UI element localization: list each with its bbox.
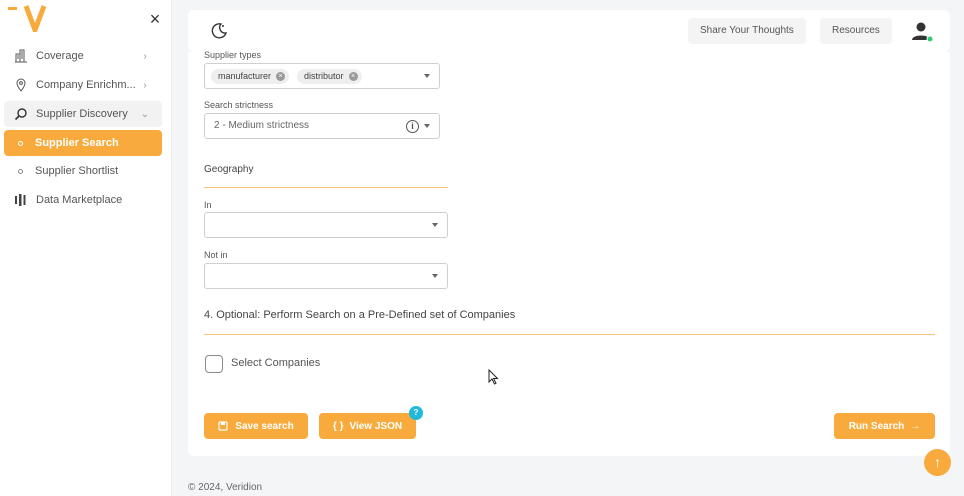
share-thoughts-button[interactable]: Share Your Thoughts: [688, 18, 806, 44]
search-strictness-label: Search strictness: [204, 100, 274, 110]
sidebar-item-label: Company Enrichm...: [36, 79, 136, 91]
sidebar-item-label: Coverage: [36, 50, 84, 62]
sidebar-item-data-marketplace[interactable]: Data Marketplace: [4, 187, 162, 213]
geography-not-in-select[interactable]: [204, 263, 448, 289]
select-companies-label[interactable]: Select Companies: [231, 357, 320, 369]
chip-label: manufacturer: [218, 71, 272, 81]
save-search-label: Save search: [235, 420, 294, 432]
top-header: Share Your Thoughts Resources: [188, 10, 950, 52]
sidebar: × Coverage › Company Enrichm... › Suppli…: [0, 0, 172, 496]
mouse-cursor-icon: [488, 369, 499, 385]
sidebar-item-coverage[interactable]: Coverage ›: [4, 43, 162, 69]
scroll-to-top-button[interactable]: ↑: [924, 449, 951, 476]
braces-icon: { }: [332, 420, 344, 432]
chevron-right-icon: ›: [143, 50, 147, 62]
chip-manufacturer: manufacturer ×: [211, 69, 290, 84]
close-sidebar-button[interactable]: ×: [146, 10, 164, 28]
dot-icon: [18, 140, 23, 146]
search-strictness-select[interactable]: 2 - Medium strictness i: [204, 113, 440, 139]
view-json-label: View JSON: [349, 420, 403, 432]
arrow-right-icon: →: [910, 420, 921, 432]
sidebar-item-label: Supplier Discovery: [36, 108, 128, 120]
optional-divider: [204, 334, 935, 335]
theme-toggle-icon[interactable]: [210, 22, 228, 40]
geography-divider: [204, 187, 448, 188]
geography-title: Geography: [204, 164, 254, 175]
chevron-right-icon: ›: [143, 79, 147, 91]
view-json-button[interactable]: { } View JSON: [319, 413, 416, 439]
chip-remove-icon[interactable]: ×: [276, 72, 286, 81]
sidebar-item-supplier-search[interactable]: Supplier Search: [4, 130, 162, 156]
optional-section-title: 4. Optional: Perform Search on a Pre-Def…: [204, 309, 516, 321]
sidebar-item-label: Supplier Search: [35, 137, 119, 149]
run-search-label: Run Search: [848, 420, 905, 432]
chevron-down-icon: ⌄: [140, 108, 150, 120]
resources-button[interactable]: Resources: [820, 18, 892, 44]
geography-in-select[interactable]: [204, 212, 448, 238]
sidebar-item-label: Data Marketplace: [36, 194, 123, 206]
dropdown-caret-icon: [432, 223, 438, 227]
sidebar-item-supplier-shortlist[interactable]: Supplier Shortlist: [4, 158, 162, 184]
location-pin-icon: [12, 78, 30, 92]
supplier-types-label: Supplier types: [204, 50, 262, 60]
user-avatar-icon[interactable]: [910, 20, 934, 44]
select-companies-checkbox[interactable]: [205, 355, 223, 373]
search-form-card: Supplier types manufacturer × distributo…: [188, 50, 950, 456]
save-search-button[interactable]: Save search: [204, 413, 308, 439]
save-icon: [218, 421, 228, 431]
sidebar-item-supplier-discovery[interactable]: Supplier Discovery ⌄: [4, 101, 162, 127]
building-icon: [12, 49, 30, 63]
dropdown-caret-icon: [432, 274, 438, 278]
chip-distributor: distributor ×: [297, 69, 362, 84]
selected-strictness: 2 - Medium strictness: [214, 120, 310, 131]
view-json-help-badge[interactable]: ?: [409, 406, 423, 420]
sidebar-item-label: Supplier Shortlist: [35, 165, 119, 177]
in-label: In: [204, 200, 212, 210]
dropdown-caret-icon: [424, 124, 430, 128]
supplier-types-select[interactable]: manufacturer × distributor ×: [204, 63, 440, 89]
sidebar-item-company-enrichment[interactable]: Company Enrichm... ›: [4, 72, 162, 98]
chip-label: distributor: [304, 71, 344, 81]
chip-remove-icon[interactable]: ×: [348, 72, 358, 81]
info-icon[interactable]: i: [406, 120, 419, 133]
dropdown-caret-icon: [424, 74, 430, 78]
run-search-button[interactable]: Run Search →: [834, 413, 935, 439]
not-in-label: Not in: [204, 250, 228, 260]
dot-icon: [18, 168, 23, 174]
footer-copyright: © 2024, Veridion: [188, 482, 263, 493]
veridion-logo[interactable]: [8, 4, 52, 32]
bars-icon: [12, 193, 30, 207]
search-icon: [12, 107, 30, 121]
